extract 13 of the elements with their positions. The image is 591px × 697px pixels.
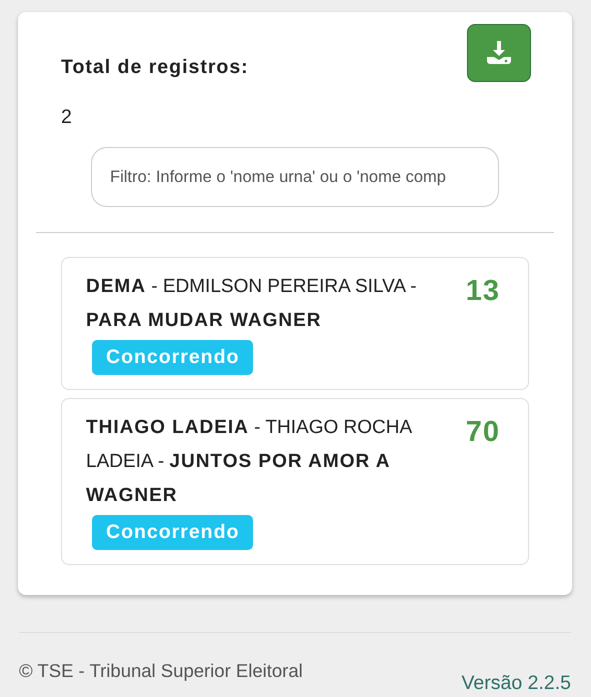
- candidate-number: 70: [464, 415, 501, 450]
- candidate-description: THIAGO LADEIA - THIAGO ROCHA LADEIA - JUNTOS POR AMOR A WAGNER: [86, 416, 413, 508]
- candidate-description: DEMA - EDMILSON PEREIRA SILVA - PARA MUDAR WAGNER: [86, 275, 418, 333]
- download-button[interactable]: [467, 24, 531, 82]
- total-label: Total de registros:: [61, 56, 249, 80]
- total-count: 2: [61, 106, 73, 129]
- filter-field[interactable]: Filtro: Informe o 'nome urna' ou o 'nome comp: [91, 147, 499, 207]
- download-icon: [486, 41, 512, 65]
- candidate-number: 13: [464, 274, 501, 309]
- version-text: Versão 2.2.5: [462, 672, 571, 695]
- copyright-text: © TSE - Tribunal Superior Eleitoral: [19, 660, 303, 683]
- status-badge: Concorrendo: [92, 515, 254, 550]
- status-badge: Concorrendo: [92, 340, 254, 375]
